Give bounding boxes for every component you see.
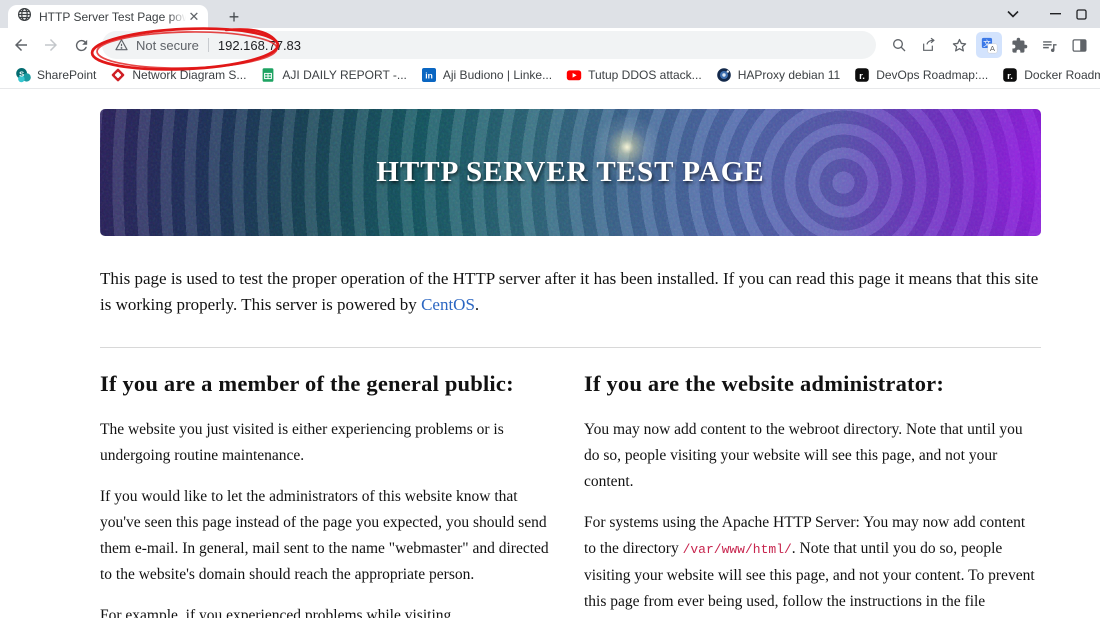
public-paragraph-1: The website you just visited is either e… bbox=[100, 421, 504, 464]
linkedin-icon: in bbox=[421, 67, 437, 83]
bookmark-item[interactable]: in Aji Budiono | Linke... bbox=[414, 64, 559, 86]
bookmark-item[interactable]: r. DevOps Roadmap:... bbox=[847, 64, 995, 86]
public-paragraph-3: For example, if you experienced problems… bbox=[100, 607, 452, 618]
globe-favicon-icon bbox=[17, 7, 32, 27]
banner-title: HTTP SERVER TEST PAGE bbox=[376, 156, 765, 188]
bookmark-label: AJI DAILY REPORT -... bbox=[282, 68, 407, 82]
bookmark-item[interactable]: Tutup DDOS attack... bbox=[559, 64, 709, 86]
svg-text:S: S bbox=[19, 69, 24, 78]
svg-text:r.: r. bbox=[1007, 71, 1013, 82]
centos-link[interactable]: CentOS bbox=[421, 295, 475, 314]
svg-text:in: in bbox=[425, 71, 433, 81]
svg-text:A: A bbox=[989, 44, 995, 53]
sheets-icon bbox=[260, 67, 276, 83]
minimize-icon[interactable] bbox=[1034, 0, 1076, 28]
bookmarks-bar: S SharePoint Network Diagram S... AJI DAILY… bbox=[0, 62, 1100, 89]
browser-toolbar: Not secure 192.168.77.83 文 A bbox=[0, 28, 1100, 62]
admin-paragraph-1: You may now add content to the webroot d… bbox=[584, 421, 1023, 490]
tab-search-chevron-icon[interactable] bbox=[992, 0, 1034, 28]
intro-text-end: . bbox=[474, 295, 480, 314]
bookmark-label: DevOps Roadmap:... bbox=[876, 68, 989, 82]
public-heading: If you are a member of the general publi… bbox=[100, 371, 514, 396]
bookmark-item[interactable]: AJI DAILY REPORT -... bbox=[253, 64, 413, 86]
security-status[interactable]: Not secure bbox=[114, 38, 199, 53]
roadmap-icon: r. bbox=[854, 67, 870, 83]
public-column: If you are a member of the general publi… bbox=[100, 371, 556, 618]
admin-column: If you are the website administrator: Yo… bbox=[584, 371, 1040, 618]
tab-strip: HTTP Server Test Page powered ✕ + bbox=[0, 0, 1100, 28]
apache-docroot-path: /var/www/html/ bbox=[682, 542, 792, 557]
not-secure-warning-icon bbox=[114, 38, 129, 52]
bookmark-label: HAProxy debian 11 bbox=[737, 68, 841, 82]
forward-icon[interactable] bbox=[37, 31, 65, 59]
side-panel-icon[interactable] bbox=[1066, 32, 1092, 58]
media-queue-icon[interactable] bbox=[1036, 32, 1062, 58]
public-paragraph-2: If you would like to let the administrat… bbox=[100, 488, 549, 583]
tab-close-icon[interactable]: ✕ bbox=[186, 9, 202, 25]
bookmark-item[interactable]: S SharePoint bbox=[8, 64, 103, 86]
omnibox-divider bbox=[207, 38, 209, 52]
bookmark-label: SharePoint bbox=[37, 68, 97, 82]
bookmark-item[interactable]: HAProxy debian 11 bbox=[709, 64, 848, 86]
reload-icon[interactable] bbox=[67, 31, 95, 59]
bookmark-label: Network Diagram S... bbox=[132, 68, 247, 82]
extensions-icon[interactable] bbox=[1006, 32, 1032, 58]
banner-image: HTTP SERVER TEST PAGE bbox=[100, 109, 1041, 236]
maximize-icon[interactable] bbox=[1076, 0, 1100, 28]
new-tab-button[interactable]: + bbox=[222, 5, 246, 29]
back-icon[interactable] bbox=[7, 31, 35, 59]
address-bar[interactable]: Not secure 192.168.77.83 bbox=[102, 31, 876, 59]
intro-paragraph: This page is used to test the proper ope… bbox=[100, 266, 1041, 318]
horizontal-rule bbox=[100, 347, 1041, 348]
translate-icon[interactable]: 文 A bbox=[976, 32, 1002, 58]
intro-text: This page is used to test the proper ope… bbox=[100, 269, 1039, 314]
page-content: HTTP SERVER TEST PAGE This page is used … bbox=[0, 89, 1100, 618]
search-icon[interactable] bbox=[886, 32, 912, 58]
security-label: Not secure bbox=[136, 37, 199, 53]
diagram-icon bbox=[110, 67, 126, 83]
window-controls bbox=[992, 0, 1100, 28]
haproxy-icon bbox=[716, 67, 732, 83]
browser-window: HTTP Server Test Page powered ✕ + bbox=[0, 0, 1100, 619]
roadmap-icon: r. bbox=[1002, 67, 1018, 83]
url-text[interactable]: 192.168.77.83 bbox=[218, 38, 301, 53]
browser-tab[interactable]: HTTP Server Test Page powered ✕ bbox=[8, 5, 208, 28]
sharepoint-icon: S bbox=[15, 67, 31, 83]
admin-heading: If you are the website administrator: bbox=[584, 371, 945, 396]
bookmark-label: Tutup DDOS attack... bbox=[588, 68, 702, 82]
admin-paragraph-2: For systems using the Apache HTTP Server… bbox=[584, 510, 1040, 618]
bookmark-item[interactable]: r. Docker Roadmap -... bbox=[995, 64, 1100, 86]
share-icon[interactable] bbox=[916, 32, 942, 58]
tab-title: HTTP Server Test Page powered bbox=[39, 9, 186, 24]
bookmark-star-icon[interactable] bbox=[946, 32, 972, 58]
bookmark-label: Docker Roadmap -... bbox=[1024, 68, 1100, 82]
bookmark-label: Aji Budiono | Linke... bbox=[442, 68, 553, 82]
svg-text:r.: r. bbox=[859, 71, 865, 82]
youtube-icon bbox=[566, 67, 582, 83]
bookmark-item[interactable]: Network Diagram S... bbox=[103, 64, 253, 86]
